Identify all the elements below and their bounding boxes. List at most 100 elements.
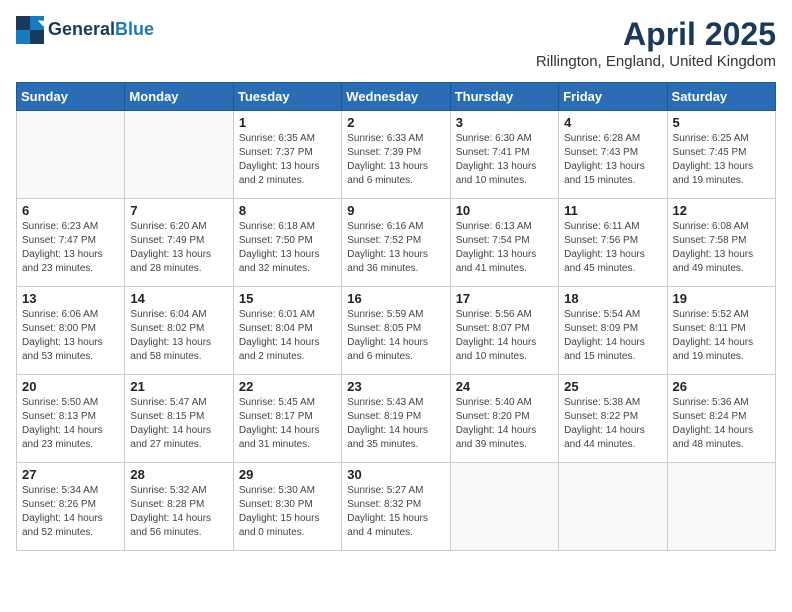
table-row: 28 Sunrise: 5:32 AM Sunset: 8:28 PM Dayli… [125, 463, 233, 551]
day-number: 18 [564, 291, 661, 306]
day-number: 16 [347, 291, 444, 306]
day-number: 19 [673, 291, 770, 306]
month-title: April 2025 [536, 16, 776, 53]
day-number: 13 [22, 291, 119, 306]
table-row: 19 Sunrise: 5:52 AM Sunset: 8:11 PM Dayli… [667, 287, 775, 375]
day-number: 17 [456, 291, 553, 306]
calendar-week-row: 27 Sunrise: 5:34 AM Sunset: 8:26 PM Dayli… [17, 463, 776, 551]
table-row: 2Sunrise: 6:33 AM Sunset: 7:39 PM Daylig… [342, 111, 450, 199]
col-tuesday: Tuesday [233, 83, 341, 111]
day-number: 12 [673, 203, 770, 218]
table-row: 10 Sunrise: 6:13 AM Sunset: 7:54 PM Dayli… [450, 199, 558, 287]
table-row: 14 Sunrise: 6:04 AM Sunset: 8:02 PM Dayli… [125, 287, 233, 375]
day-info: Sunrise: 5:32 AM Sunset: 8:28 PM Dayligh… [130, 484, 227, 540]
day-info: Sunrise: 5:45 AM Sunset: 8:17 PM Dayligh… [239, 396, 336, 452]
day-number: 30 [347, 467, 444, 482]
day-number: 21 [130, 379, 227, 394]
table-row: 18Sunrise: 5:54 AM Sunset: 8:09 PM Dayli… [559, 287, 667, 375]
logo-icon [16, 16, 44, 44]
day-number: 10 [456, 203, 553, 218]
day-number: 6 [22, 203, 119, 218]
day-number: 7 [130, 203, 227, 218]
day-number: 27 [22, 467, 119, 482]
table-row: 24 Sunrise: 5:40 AM Sunset: 8:20 PM Dayli… [450, 375, 558, 463]
table-row: 20 Sunrise: 5:50 AM Sunset: 8:13 PM Dayli… [17, 375, 125, 463]
day-info: Sunrise: 5:50 AM Sunset: 8:13 PM Dayligh… [22, 396, 119, 452]
day-info: Sunrise: 6:18 AM Sunset: 7:50 PM Dayligh… [239, 220, 336, 276]
day-info: Sunrise: 6:13 AM Sunset: 7:54 PM Dayligh… [456, 220, 553, 276]
table-row: 1 Sunrise: 6:35 AM Sunset: 7:37 PM Daylig… [233, 111, 341, 199]
table-row: 25 Sunrise: 5:38 AM Sunset: 8:22 PM Dayli… [559, 375, 667, 463]
day-info: Sunrise: 5:59 AM Sunset: 8:05 PM Dayligh… [347, 308, 444, 364]
day-number: 9 [347, 203, 444, 218]
table-row [667, 463, 775, 551]
calendar-week-row: 1 Sunrise: 6:35 AM Sunset: 7:37 PM Daylig… [17, 111, 776, 199]
day-number: 3 [456, 115, 553, 130]
day-info: Sunrise: 5:40 AM Sunset: 8:20 PM Dayligh… [456, 396, 553, 452]
day-number: 28 [130, 467, 227, 482]
day-number: 4 [564, 115, 661, 130]
table-row [450, 463, 558, 551]
table-row: 5 Sunrise: 6:25 AM Sunset: 7:45 PM Daylig… [667, 111, 775, 199]
calendar-header-row: Sunday Monday Tuesday Wednesday Thursday… [17, 83, 776, 111]
table-row: 13 Sunrise: 6:06 AM Sunset: 8:00 PM Dayli… [17, 287, 125, 375]
table-row: 6 Sunrise: 6:23 AM Sunset: 7:47 PM Daylig… [17, 199, 125, 287]
table-row [17, 111, 125, 199]
table-row: 26Sunrise: 5:36 AM Sunset: 8:24 PM Dayli… [667, 375, 775, 463]
day-number: 1 [239, 115, 336, 130]
table-row: 27 Sunrise: 5:34 AM Sunset: 8:26 PM Dayli… [17, 463, 125, 551]
day-info: Sunrise: 6:23 AM Sunset: 7:47 PM Dayligh… [22, 220, 119, 276]
table-row: 15Sunrise: 6:01 AM Sunset: 8:04 PM Dayli… [233, 287, 341, 375]
col-monday: Monday [125, 83, 233, 111]
day-info: Sunrise: 5:34 AM Sunset: 8:26 PM Dayligh… [22, 484, 119, 540]
day-info: Sunrise: 5:38 AM Sunset: 8:22 PM Dayligh… [564, 396, 661, 452]
day-number: 2 [347, 115, 444, 130]
col-wednesday: Wednesday [342, 83, 450, 111]
col-thursday: Thursday [450, 83, 558, 111]
day-number: 11 [564, 203, 661, 218]
day-info: Sunrise: 5:43 AM Sunset: 8:19 PM Dayligh… [347, 396, 444, 452]
day-info: Sunrise: 5:56 AM Sunset: 8:07 PM Dayligh… [456, 308, 553, 364]
table-row: 22Sunrise: 5:45 AM Sunset: 8:17 PM Dayli… [233, 375, 341, 463]
calendar-week-row: 6 Sunrise: 6:23 AM Sunset: 7:47 PM Daylig… [17, 199, 776, 287]
day-info: Sunrise: 6:28 AM Sunset: 7:43 PM Dayligh… [564, 132, 661, 188]
table-row: 21 Sunrise: 5:47 AM Sunset: 8:15 PM Dayli… [125, 375, 233, 463]
col-saturday: Saturday [667, 83, 775, 111]
table-row: 8Sunrise: 6:18 AM Sunset: 7:50 PM Daylig… [233, 199, 341, 287]
table-row: 4 Sunrise: 6:28 AM Sunset: 7:43 PM Daylig… [559, 111, 667, 199]
day-info: Sunrise: 6:06 AM Sunset: 8:00 PM Dayligh… [22, 308, 119, 364]
table-row: 23Sunrise: 5:43 AM Sunset: 8:19 PM Dayli… [342, 375, 450, 463]
day-number: 14 [130, 291, 227, 306]
table-row: 11 Sunrise: 6:11 AM Sunset: 7:56 PM Dayli… [559, 199, 667, 287]
day-number: 20 [22, 379, 119, 394]
day-info: Sunrise: 5:47 AM Sunset: 8:15 PM Dayligh… [130, 396, 227, 452]
table-row [125, 111, 233, 199]
calendar-table: Sunday Monday Tuesday Wednesday Thursday… [16, 82, 776, 551]
table-row: 30Sunrise: 5:27 AM Sunset: 8:32 PM Dayli… [342, 463, 450, 551]
day-number: 5 [673, 115, 770, 130]
day-info: Sunrise: 6:04 AM Sunset: 8:02 PM Dayligh… [130, 308, 227, 364]
col-sunday: Sunday [17, 83, 125, 111]
location: Rillington, England, United Kingdom [536, 53, 776, 70]
table-row [559, 463, 667, 551]
day-info: Sunrise: 5:36 AM Sunset: 8:24 PM Dayligh… [673, 396, 770, 452]
logo: GeneralBlue [16, 16, 154, 44]
calendar-week-row: 13 Sunrise: 6:06 AM Sunset: 8:00 PM Dayli… [17, 287, 776, 375]
day-info: Sunrise: 6:11 AM Sunset: 7:56 PM Dayligh… [564, 220, 661, 276]
title-block: April 2025 Rillington, England, United K… [536, 16, 776, 70]
day-info: Sunrise: 6:16 AM Sunset: 7:52 PM Dayligh… [347, 220, 444, 276]
day-info: Sunrise: 6:20 AM Sunset: 7:49 PM Dayligh… [130, 220, 227, 276]
day-number: 15 [239, 291, 336, 306]
day-info: Sunrise: 6:08 AM Sunset: 7:58 PM Dayligh… [673, 220, 770, 276]
day-info: Sunrise: 6:25 AM Sunset: 7:45 PM Dayligh… [673, 132, 770, 188]
day-info: Sunrise: 6:35 AM Sunset: 7:37 PM Dayligh… [239, 132, 336, 188]
day-number: 24 [456, 379, 553, 394]
page-header: GeneralBlue April 2025 Rillington, Engla… [16, 16, 776, 70]
day-info: Sunrise: 5:52 AM Sunset: 8:11 PM Dayligh… [673, 308, 770, 364]
day-number: 25 [564, 379, 661, 394]
calendar-week-row: 20 Sunrise: 5:50 AM Sunset: 8:13 PM Dayli… [17, 375, 776, 463]
table-row: 9 Sunrise: 6:16 AM Sunset: 7:52 PM Daylig… [342, 199, 450, 287]
col-friday: Friday [559, 83, 667, 111]
day-info: Sunrise: 5:30 AM Sunset: 8:30 PM Dayligh… [239, 484, 336, 540]
day-info: Sunrise: 6:30 AM Sunset: 7:41 PM Dayligh… [456, 132, 553, 188]
